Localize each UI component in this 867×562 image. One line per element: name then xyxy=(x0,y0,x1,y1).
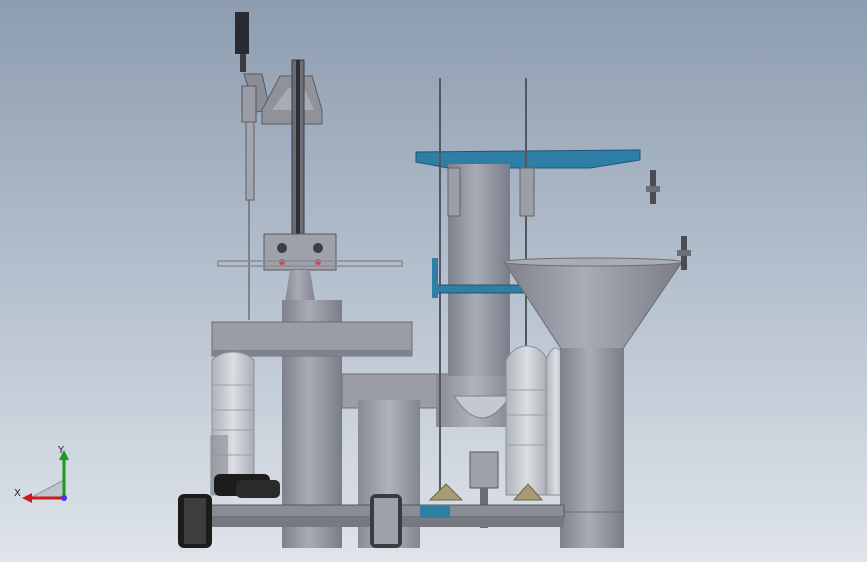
origin-point xyxy=(61,495,67,501)
bottles-right xyxy=(505,345,567,496)
triad-plane xyxy=(29,479,65,499)
gripper-assembly xyxy=(235,12,271,320)
x-axis-head-icon xyxy=(22,493,32,503)
small-fittings xyxy=(646,170,691,270)
3d-viewport[interactable]: Y X xyxy=(0,0,867,562)
axis-triad: Y X xyxy=(14,445,69,503)
y-axis-label: Y xyxy=(57,445,65,456)
x-axis-label: X xyxy=(14,488,21,499)
bottle-left xyxy=(210,351,255,496)
assembly-model[interactable] xyxy=(0,0,867,562)
